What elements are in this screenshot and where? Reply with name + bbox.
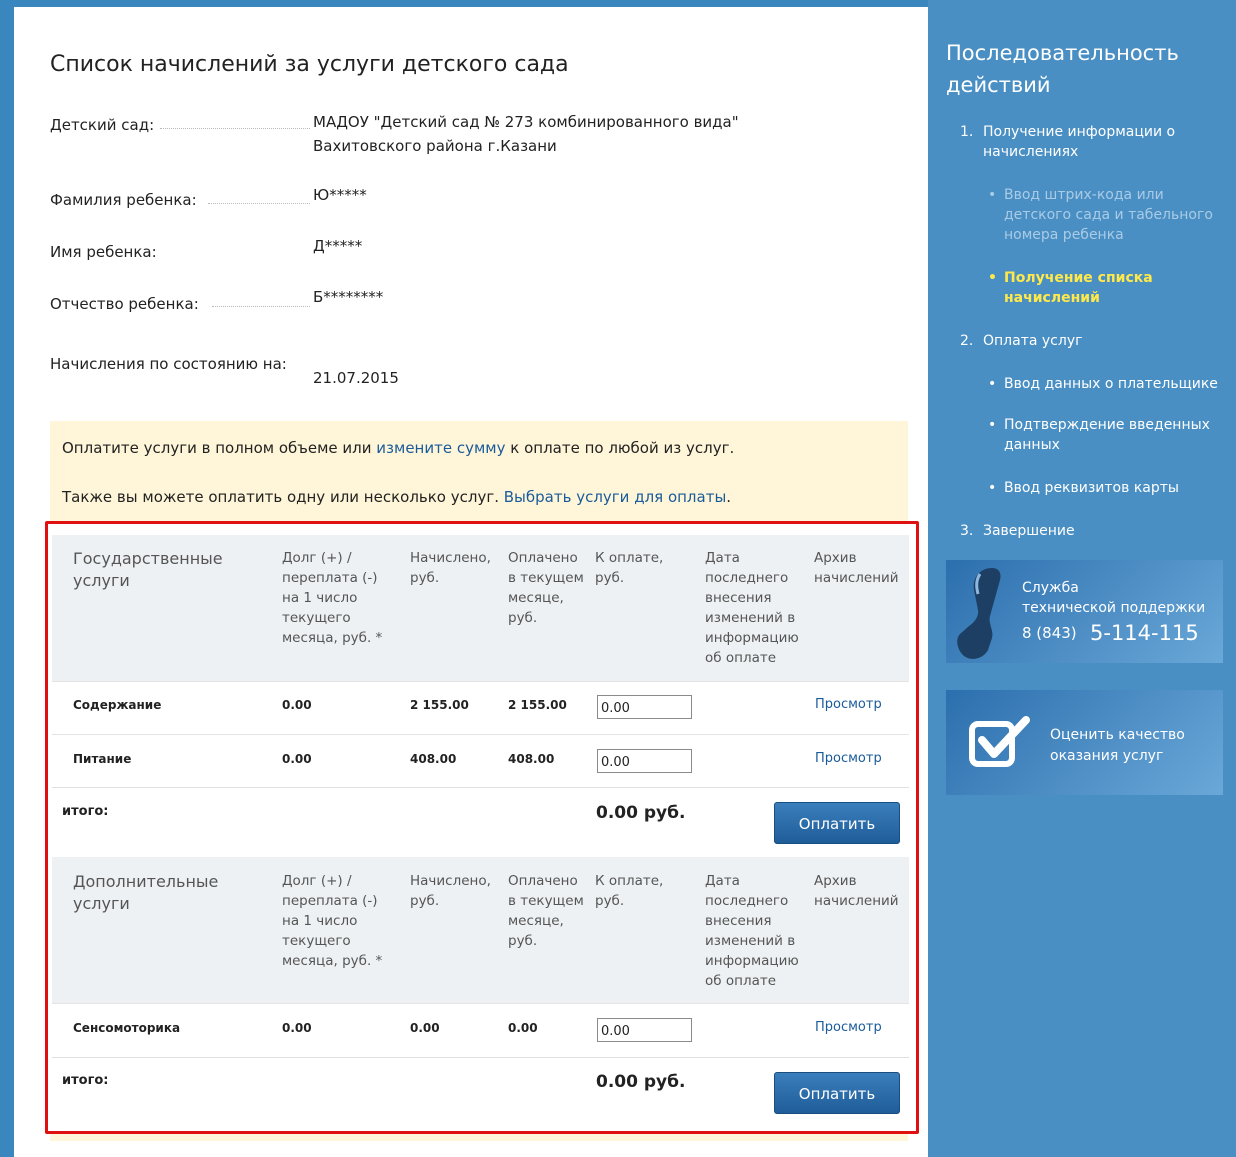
col-accrued: Начислено, руб.: [410, 873, 491, 909]
surname-label: Фамилия ребенка:: [50, 191, 201, 209]
paid-value: 408.00: [508, 752, 555, 766]
sidebar-title: Последовательность действий: [946, 41, 1179, 97]
page-title: Список начислений за услуги детского сад…: [50, 52, 569, 77]
rate-line-1: Оценить качество: [1050, 727, 1185, 743]
step-number: 1.: [960, 124, 974, 140]
to-pay-input[interactable]: [597, 749, 692, 773]
service-name: Содержание: [73, 698, 162, 712]
support-phone-code: 8 (843): [1022, 624, 1077, 642]
name-value: Д*****: [313, 237, 363, 255]
total-label: итого:: [62, 804, 109, 819]
select-services-link[interactable]: Выбрать услуги для оплаты: [504, 488, 727, 506]
to-pay-input[interactable]: [597, 1018, 692, 1042]
notice-text: .: [726, 488, 732, 506]
notice-line-2: Также вы можете оплатить одну или нескол…: [62, 488, 731, 506]
leader-dots: [212, 306, 310, 307]
checkbox-checked-icon: [969, 716, 1030, 767]
col-to-pay: К оплате, руб.: [595, 873, 664, 909]
phone-handset-icon: [957, 568, 1001, 659]
row-divider: [52, 1057, 909, 1058]
step-1: 1. Получение информации о начислениях: [960, 122, 1203, 162]
surname-value: Ю*****: [313, 186, 367, 204]
notice-text: к оплате по любой из услуг.: [505, 439, 735, 457]
pay-button[interactable]: Оплатить: [774, 802, 900, 844]
leader-dots: [160, 128, 310, 129]
col-paid: Оплачено в текущем месяце, руб.: [508, 873, 584, 949]
kindergarten-value: МАДОУ "Детский сад № 273 комбинированног…: [313, 113, 739, 155]
support-line-2: технической поддержки: [1022, 600, 1206, 616]
view-archive-link[interactable]: Просмотр: [815, 751, 882, 766]
date-value: 21.07.2015: [313, 369, 399, 387]
step-label: Оплата услуг: [983, 333, 1083, 349]
total-sum: 0.00 руб.: [596, 1072, 686, 1092]
paid-value: 2 155.00: [508, 698, 567, 712]
table-row: [52, 734, 909, 788]
date-label: Начисления по состоянию на:: [50, 355, 291, 373]
total-sum: 0.00 руб.: [596, 803, 686, 823]
group-title-government: Государственные услуги: [73, 549, 223, 590]
patronymic-label: Отчество ребенка:: [50, 295, 203, 313]
rate-quality-banner[interactable]: Оценить качество оказания услуг: [946, 690, 1223, 795]
service-name: Питание: [73, 752, 132, 766]
change-sum-link[interactable]: измените сумму: [376, 439, 505, 457]
view-archive-link[interactable]: Просмотр: [815, 697, 882, 712]
step-2-sub-card: Ввод реквизитов карты: [988, 478, 1220, 498]
notice-text: Оплатите услуги в полном объеме или: [62, 439, 377, 457]
step-number: 3.: [960, 523, 974, 539]
step-number: 2.: [960, 333, 974, 349]
step-label: Получение информации о начислениях: [983, 124, 1176, 160]
col-accrued: Начислено, руб.: [410, 550, 491, 586]
step-1-sub-charges-list: Получение списка начислений: [988, 268, 1220, 308]
step-3: 3. Завершение: [960, 521, 1203, 541]
col-to-pay: К оплате, руб.: [595, 550, 664, 586]
leader-dots: [208, 203, 310, 204]
col-last-change: Дата последнего внесения изменений в инф…: [705, 550, 799, 666]
notice-line-1: Оплатите услуги в полном объеме или изме…: [62, 439, 734, 457]
notice-text: Также вы можете оплатить одну или нескол…: [62, 488, 504, 506]
row-divider: [52, 787, 909, 788]
col-archive: Архив начислений: [814, 873, 899, 909]
support-phone-number: 5-114-115: [1090, 621, 1199, 645]
support-line-1: Служба: [1022, 580, 1079, 596]
accrued-value: 0.00: [410, 1021, 440, 1035]
step-1-sub-barcode: Ввод штрих-кода или детского сада и табе…: [988, 185, 1220, 245]
name-label: Имя ребенка:: [50, 243, 161, 261]
accrued-value: 2 155.00: [410, 698, 469, 712]
patronymic-value: Б********: [313, 288, 384, 306]
total-label: итого:: [62, 1073, 109, 1088]
step-2-sub-confirm: Подтверждение введенных данных: [988, 415, 1220, 455]
service-name: Сенсомоторика: [73, 1021, 181, 1035]
col-debt: Долг (+) / переплата (-) на 1 число теку…: [282, 873, 383, 969]
window-left-border: [0, 0, 14, 1157]
table-row: [52, 681, 909, 735]
to-pay-input[interactable]: [597, 695, 692, 719]
pay-button[interactable]: Оплатить: [774, 1072, 900, 1114]
col-debt: Долг (+) / переплата (-) на 1 число теку…: [282, 550, 383, 646]
col-paid: Оплачено в текущем месяце, руб.: [508, 550, 584, 626]
col-archive: Архив начислений: [814, 550, 899, 586]
accrued-value: 408.00: [410, 752, 457, 766]
debt-value: 0.00: [282, 698, 312, 712]
group-title-additional: Дополнительные услуги: [73, 872, 219, 913]
step-2: 2. Оплата услуг: [960, 331, 1203, 351]
step-2-sub-payer: Ввод данных о плательщике: [988, 374, 1220, 394]
paid-value: 0.00: [508, 1021, 538, 1035]
kindergarten-label: Детский сад:: [50, 116, 159, 134]
col-last-change: Дата последнего внесения изменений в инф…: [705, 873, 799, 989]
support-banner[interactable]: Служба технической поддержки 8 (843) 5-1…: [946, 560, 1223, 663]
rate-line-2: оказания услуг: [1050, 748, 1164, 764]
step-label: Завершение: [983, 523, 1075, 539]
debt-value: 0.00: [282, 1021, 312, 1035]
debt-value: 0.00: [282, 752, 312, 766]
view-archive-link[interactable]: Просмотр: [815, 1020, 882, 1035]
table-row: [52, 1003, 909, 1057]
